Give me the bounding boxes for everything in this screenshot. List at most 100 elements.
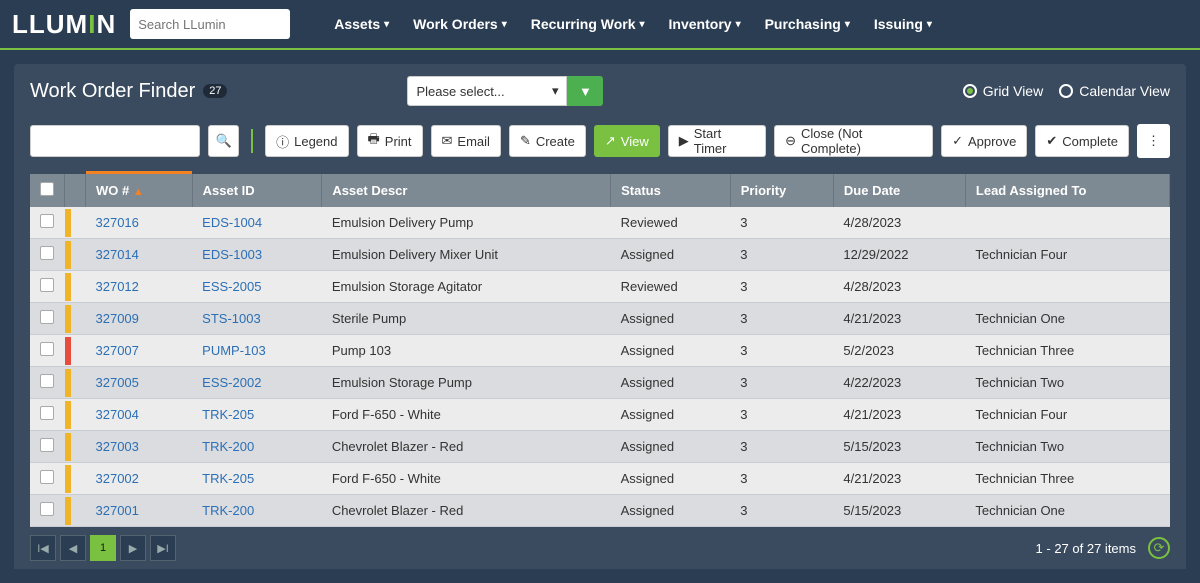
cell-wo[interactable]: 327005 (86, 367, 193, 399)
cell-status: Reviewed (611, 207, 731, 239)
cell-asset-id[interactable]: TRK-200 (192, 431, 322, 463)
table-row[interactable]: 327007PUMP-103Pump 103Assigned35/2/2023T… (30, 335, 1170, 367)
create-button[interactable]: ✎Create (509, 125, 586, 157)
table-row[interactable]: 327005ESS-2002Emulsion Storage PumpAssig… (30, 367, 1170, 399)
search-button[interactable]: 🔍 (208, 125, 239, 157)
cell-asset-id[interactable]: TRK-205 (192, 463, 322, 495)
table-row[interactable]: 327004TRK-205Ford F-650 - WhiteAssigned3… (30, 399, 1170, 431)
refresh-button[interactable]: ⟳ (1148, 537, 1170, 559)
cell-asset-descr: Emulsion Storage Agitator (322, 271, 611, 303)
view-button[interactable]: ↗View (594, 125, 660, 157)
cell-wo[interactable]: 327002 (86, 463, 193, 495)
cell-wo[interactable]: 327003 (86, 431, 193, 463)
table-row[interactable]: 327014EDS-1003Emulsion Delivery Mixer Un… (30, 239, 1170, 271)
apply-filter-button[interactable]: ▼ (567, 76, 603, 106)
cell-lead (965, 271, 1169, 303)
cell-asset-id[interactable]: ESS-2005 (192, 271, 322, 303)
table-row[interactable]: 327012ESS-2005Emulsion Storage AgitatorR… (30, 271, 1170, 303)
global-search-input[interactable] (138, 17, 282, 32)
table-row[interactable]: 327003TRK-200Chevrolet Blazer - RedAssig… (30, 431, 1170, 463)
legend-button[interactable]: ⓘLegend (265, 125, 348, 157)
cell-due-date: 4/21/2023 (833, 399, 965, 431)
cell-priority: 3 (730, 239, 833, 271)
pager-prev[interactable]: ◀ (60, 535, 86, 561)
global-search[interactable] (130, 9, 290, 39)
table-row[interactable]: 327009STS-1003Sterile PumpAssigned34/21/… (30, 303, 1170, 335)
play-icon: ▶ (679, 133, 689, 149)
col-priority[interactable]: Priority (730, 174, 833, 207)
table-row[interactable]: 327001TRK-200Chevrolet Blazer - RedAssig… (30, 495, 1170, 527)
radio-icon (1059, 84, 1073, 98)
col-select-all[interactable] (30, 174, 65, 207)
nav-inventory[interactable]: Inventory▾ (669, 16, 741, 32)
start-timer-button[interactable]: ▶Start Timer (668, 125, 766, 157)
panel-title: Work Order Finder 27 (30, 80, 227, 103)
cell-asset-id[interactable]: TRK-205 (192, 399, 322, 431)
col-asset-id[interactable]: Asset ID (192, 174, 322, 207)
cell-asset-id[interactable]: TRK-200 (192, 495, 322, 527)
caret-down-icon: ▾ (552, 83, 559, 99)
col-wo[interactable]: WO # ▲ (86, 174, 193, 207)
pager-next[interactable]: ▶ (120, 535, 146, 561)
cell-asset-descr: Chevrolet Blazer - Red (322, 431, 611, 463)
more-actions-button[interactable]: ⋮ (1137, 124, 1170, 158)
cell-due-date: 4/28/2023 (833, 271, 965, 303)
cell-lead: Technician Four (965, 399, 1169, 431)
cell-asset-id[interactable]: EDS-1003 (192, 239, 322, 271)
col-status[interactable]: Status (611, 174, 731, 207)
calendar-view-radio[interactable]: Calendar View (1059, 83, 1170, 99)
cell-asset-id[interactable]: ESS-2002 (192, 367, 322, 399)
grid-view-radio[interactable]: Grid View (963, 83, 1043, 99)
cell-status: Assigned (611, 495, 731, 527)
row-checkbox-cell[interactable] (30, 367, 65, 399)
cell-wo[interactable]: 327009 (86, 303, 193, 335)
table-row[interactable]: 327016EDS-1004Emulsion Delivery PumpRevi… (30, 207, 1170, 239)
filter-select[interactable]: Please select... ▾ (407, 76, 567, 106)
col-due-date[interactable]: Due Date (833, 174, 965, 207)
cell-asset-id[interactable]: STS-1003 (192, 303, 322, 335)
cell-asset-id[interactable]: EDS-1004 (192, 207, 322, 239)
check-icon: ✓ (952, 133, 963, 149)
row-checkbox-cell[interactable] (30, 239, 65, 271)
cell-wo[interactable]: 327016 (86, 207, 193, 239)
filter-icon: ▼ (579, 84, 592, 99)
cell-wo[interactable]: 327014 (86, 239, 193, 271)
complete-button[interactable]: ✔Complete (1035, 125, 1129, 157)
cell-wo[interactable]: 327007 (86, 335, 193, 367)
row-checkbox-cell[interactable] (30, 431, 65, 463)
row-checkbox-cell[interactable] (30, 271, 65, 303)
table-row[interactable]: 327002TRK-205Ford F-650 - WhiteAssigned3… (30, 463, 1170, 495)
quick-search-input[interactable] (30, 125, 200, 157)
nav-recurring-work[interactable]: Recurring Work▾ (531, 16, 645, 32)
cell-due-date: 4/21/2023 (833, 463, 965, 495)
cell-wo[interactable]: 327001 (86, 495, 193, 527)
cell-priority: 3 (730, 303, 833, 335)
nav-purchasing[interactable]: Purchasing▾ (765, 16, 850, 32)
cell-lead: Technician Three (965, 463, 1169, 495)
approve-button[interactable]: ✓Approve (941, 125, 1027, 157)
row-checkbox-cell[interactable] (30, 463, 65, 495)
print-icon: 🖶 (368, 130, 380, 152)
caret-down-icon: ▾ (640, 19, 645, 30)
email-button[interactable]: ✉Email (431, 125, 501, 157)
pager-first[interactable]: I◀ (30, 535, 56, 561)
nav-issuing[interactable]: Issuing▾ (874, 16, 932, 32)
col-asset-descr[interactable]: Asset Descr (322, 174, 611, 207)
row-checkbox-cell[interactable] (30, 303, 65, 335)
nav-work-orders[interactable]: Work Orders▾ (413, 16, 507, 32)
row-checkbox-cell[interactable] (30, 495, 65, 527)
cell-wo[interactable]: 327012 (86, 271, 193, 303)
cell-wo[interactable]: 327004 (86, 399, 193, 431)
row-checkbox-cell[interactable] (30, 335, 65, 367)
col-lead[interactable]: Lead Assigned To (965, 174, 1169, 207)
nav-assets[interactable]: Assets▾ (334, 16, 389, 32)
cell-due-date: 4/22/2023 (833, 367, 965, 399)
close-button[interactable]: ⊖Close (Not Complete) (774, 125, 933, 157)
checkbox-icon (40, 342, 54, 356)
print-button[interactable]: 🖶Print (357, 125, 423, 157)
row-checkbox-cell[interactable] (30, 399, 65, 431)
cell-asset-id[interactable]: PUMP-103 (192, 335, 322, 367)
pager-last[interactable]: ▶I (150, 535, 176, 561)
pager-page-1[interactable]: 1 (90, 535, 116, 561)
row-checkbox-cell[interactable] (30, 207, 65, 239)
